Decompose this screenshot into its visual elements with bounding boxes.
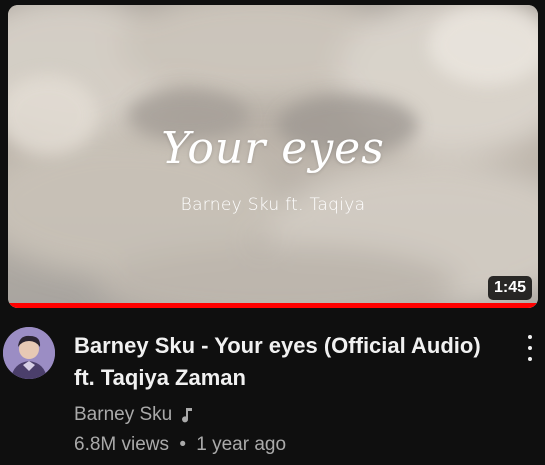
- more-vert-icon[interactable]: [523, 335, 537, 361]
- avatar-image: [3, 327, 55, 379]
- video-stats: 6.8M views • 1 year ago: [74, 432, 504, 458]
- upload-age: 1 year ago: [196, 434, 287, 455]
- menu-dot: [528, 335, 532, 339]
- video-thumbnail[interactable]: Your eyes Barney Sku ft. Taqiya 1:45: [8, 5, 538, 308]
- video-card[interactable]: Your eyes Barney Sku ft. Taqiya 1:45 Bar…: [0, 0, 545, 465]
- channel-avatar[interactable]: [3, 327, 55, 379]
- watch-progress-bar: [8, 303, 538, 308]
- menu-dot: [528, 357, 532, 361]
- thumbnail-subtitle-text: Barney Sku ft. Taqiya: [180, 195, 366, 215]
- view-count: 6.8M views: [74, 434, 170, 455]
- channel-name[interactable]: Barney Sku: [74, 402, 172, 428]
- music-note-icon: [182, 408, 193, 423]
- thumbnail-title-text: Your eyes: [161, 123, 385, 174]
- duration-badge: 1:45: [487, 276, 532, 300]
- channel-row: Barney Sku: [74, 402, 504, 428]
- video-title[interactable]: Barney Sku - Your eyes (Official Audio) …: [74, 330, 504, 394]
- watch-progress-fill: [8, 303, 538, 308]
- menu-dot: [528, 346, 532, 350]
- video-metadata: Barney Sku - Your eyes (Official Audio) …: [74, 330, 504, 458]
- stats-separator: •: [179, 434, 186, 455]
